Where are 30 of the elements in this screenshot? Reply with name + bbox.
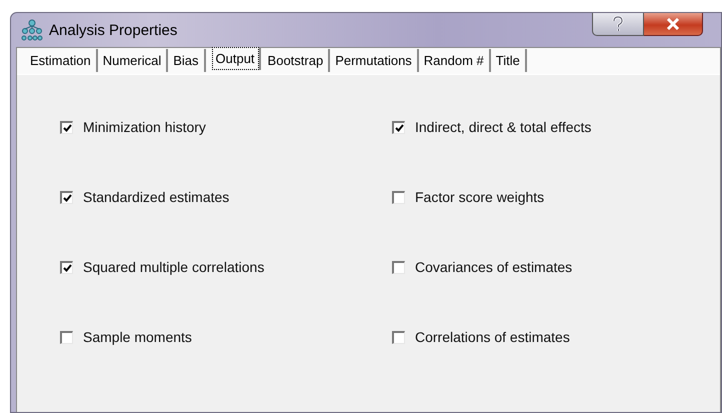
help-button[interactable] [592, 13, 644, 36]
checkbox-label[interactable]: Indirect, direct & total effects [415, 119, 592, 135]
tab[interactable]: Numerical [98, 49, 168, 72]
close-button[interactable] [644, 13, 703, 36]
checkbox[interactable] [60, 260, 73, 274]
checkbox[interactable] [392, 120, 405, 134]
tab[interactable]: Title [490, 49, 527, 72]
checkbox[interactable] [392, 260, 405, 274]
checkbox[interactable] [60, 120, 73, 134]
checkbox[interactable] [392, 330, 405, 344]
checkbox-label[interactable]: Squared multiple correlations [83, 259, 264, 275]
tab[interactable]: Output [212, 47, 259, 70]
tab[interactable]: Permutations [330, 49, 419, 72]
tab[interactable]: Estimation [25, 49, 98, 72]
tab[interactable]: Bias [168, 49, 206, 72]
checkbox-label[interactable]: Covariances of estimates [415, 259, 572, 275]
checkbox-label[interactable]: Minimization history [83, 119, 206, 135]
checkbox-label[interactable]: Correlations of estimates [415, 329, 570, 345]
checkbox-label[interactable]: Standardized estimates [83, 189, 230, 205]
close-icon [666, 18, 680, 30]
checkbox[interactable] [60, 190, 73, 204]
checkbox-label[interactable]: Sample moments [83, 329, 192, 345]
tab[interactable]: Random # [418, 49, 491, 72]
tab[interactable]: Bootstrap [262, 49, 330, 72]
network-icon [21, 19, 43, 41]
window-title: Analysis Properties [49, 22, 178, 38]
help-icon [612, 16, 624, 32]
checkbox[interactable] [392, 190, 405, 204]
checkbox[interactable] [60, 330, 73, 344]
checkbox-label[interactable]: Factor score weights [415, 189, 544, 205]
